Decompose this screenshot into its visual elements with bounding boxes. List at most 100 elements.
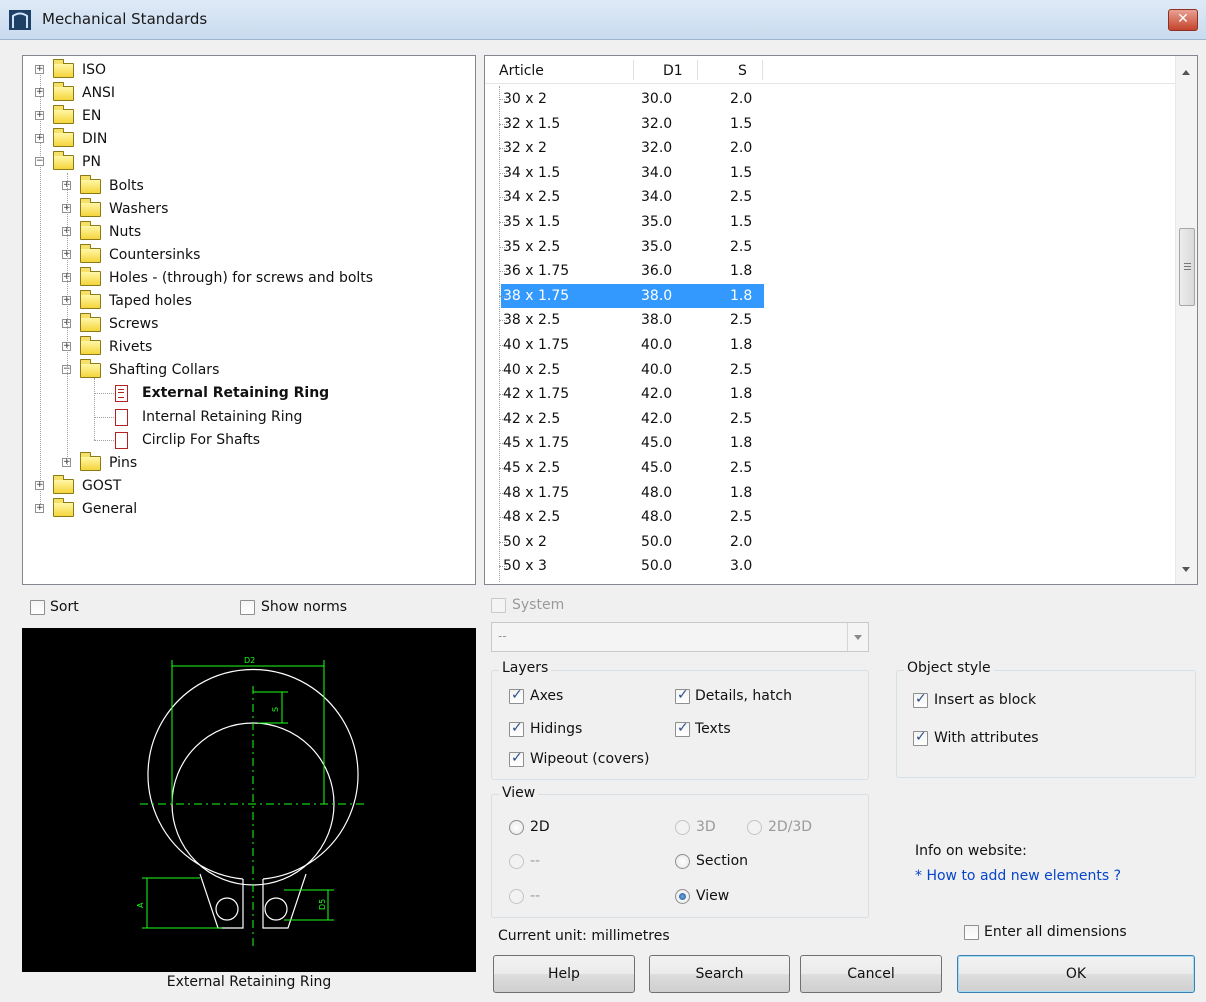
hidings-label: Hidings [530, 721, 583, 737]
view-section-radio[interactable] [675, 854, 690, 869]
table-row[interactable]: 45 x 2.5 45.0 2.5 [485, 456, 1175, 481]
cell-d1: 36.0 [641, 263, 673, 280]
hidings-checkbox[interactable] [509, 720, 524, 737]
cell-article: 32 x 1.5 [503, 115, 561, 132]
scroll-up-arrow-icon[interactable] [1182, 70, 1190, 75]
expander-icon[interactable]: + [35, 134, 44, 144]
lug-hole-right [264, 897, 288, 921]
table-row[interactable]: 32 x 1.5 32.0 1.5 [485, 112, 1175, 137]
close-button[interactable]: ✕ [1168, 9, 1198, 31]
with-attributes-checkbox[interactable] [913, 729, 928, 746]
tree-item-label: DIN [82, 131, 108, 148]
table-row[interactable]: 48 x 2.5 48.0 2.5 [485, 505, 1175, 530]
expander-icon[interactable]: + [35, 65, 44, 74]
view-option-dash-2-radio[interactable] [509, 889, 524, 904]
tree-item-label: Circlip For Shafts [142, 431, 261, 448]
how-to-add-elements-link[interactable]: * How to add new elements ? [915, 868, 1121, 884]
insert-as-block-checkbox[interactable] [913, 691, 928, 708]
cell-article: 34 x 1.5 [503, 164, 561, 181]
show-norms-label: Show norms [261, 599, 348, 615]
article-table[interactable]: Article D1 S 30 x 2 30.0 2.0 32 x 1.5 32.0 1.… [484, 55, 1198, 585]
wipeout-checkbox[interactable] [509, 750, 524, 767]
dim-label-d2: D2 [244, 656, 255, 665]
table-scrollbar[interactable] [1175, 56, 1197, 584]
texts-checkbox[interactable] [675, 720, 690, 737]
view-2d3d-radio[interactable] [747, 820, 762, 835]
tree-item-label: Internal Retaining Ring [142, 408, 303, 425]
axes-checkbox[interactable] [509, 687, 524, 704]
folder-icon [53, 151, 74, 171]
tree-item-label: General [82, 500, 138, 517]
enter-all-dimensions-label: Enter all dimensions [984, 924, 1127, 940]
table-row[interactable]: 40 x 1.75 40.0 1.8 [485, 333, 1175, 358]
cell-s: 2.5 [730, 238, 753, 255]
view-2d3d-label: 2D/3D [768, 819, 813, 835]
sort-checkbox[interactable] [30, 600, 45, 615]
view-3d-radio[interactable] [675, 820, 690, 835]
view-group-title: View [499, 785, 539, 801]
table-row[interactable]: 40 x 2.5 40.0 2.5 [485, 358, 1175, 383]
chevron-down-icon[interactable] [847, 623, 868, 651]
cell-s: 1.8 [730, 263, 753, 280]
cell-s: 2.5 [730, 460, 753, 476]
cancel-button[interactable]: Cancel [800, 955, 942, 993]
tree-guide-line [67, 172, 68, 465]
table-header: Article D1 S [485, 56, 1175, 84]
with-attributes-label: With attributes [934, 730, 1039, 746]
cell-article: 48 x 2.5 [503, 509, 561, 526]
table-row[interactable]: 35 x 2.5 35.0 2.5 [485, 235, 1175, 260]
table-row[interactable]: 38 x 2.5 38.0 2.5 [485, 308, 1175, 333]
system-checkbox[interactable] [491, 598, 506, 613]
cell-article: 32 x 2 [503, 140, 547, 157]
column-header-s[interactable]: S [738, 63, 747, 79]
table-row[interactable]: 45 x 1.75 45.0 1.8 [485, 431, 1175, 456]
enter-all-dimensions-checkbox[interactable] [964, 925, 979, 940]
tree-item-label: PN [82, 154, 101, 171]
scroll-down-arrow-icon[interactable] [1182, 567, 1190, 572]
view-2d-radio[interactable] [509, 820, 524, 835]
wipeout-label: Wipeout (covers) [530, 751, 650, 767]
cell-s: 3.0 [730, 558, 753, 575]
cell-article: 35 x 1.5 [503, 214, 561, 230]
view-view-radio[interactable] [675, 889, 690, 904]
expander-icon[interactable]: + [35, 503, 44, 513]
details-hatch-checkbox[interactable] [675, 687, 690, 704]
expander-icon[interactable]: + [35, 88, 44, 98]
tree-item-label: Bolts [109, 177, 144, 194]
table-row[interactable]: 42 x 2.5 42.0 2.5 [485, 407, 1175, 432]
expander-icon[interactable]: + [35, 480, 44, 490]
tree-item-label: Rivets [109, 339, 153, 356]
folder-icon [53, 82, 74, 102]
standards-tree[interactable]: + ISO + ANSI + EN + DIN − PN + Bolts + Washers + Nuts + C… [22, 55, 476, 585]
table-row[interactable]: 34 x 1.5 34.0 1.5 [485, 161, 1175, 186]
table-row[interactable]: 50 x 2 50.0 2.0 [485, 530, 1175, 555]
preview-drawing: D2 S A D5 [22, 628, 476, 972]
expander-icon[interactable]: + [35, 111, 44, 121]
table-row[interactable]: 34 x 2.5 34.0 2.5 [485, 185, 1175, 210]
folder-icon [80, 174, 101, 194]
cell-s: 2.0 [730, 91, 753, 107]
table-row[interactable]: 48 x 1.75 48.0 1.8 [485, 481, 1175, 506]
cell-s: 1.8 [730, 484, 753, 501]
cell-d1: 42.0 [641, 410, 673, 427]
table-row[interactable]: 36 x 1.75 36.0 1.8 [485, 259, 1175, 284]
system-combobox[interactable]: -- [491, 622, 869, 652]
ok-button[interactable]: OK [957, 955, 1195, 993]
table-row[interactable]: 38 x 1.75 38.0 1.8 [485, 283, 1175, 309]
column-header-d1[interactable]: D1 [663, 63, 683, 79]
view-option-dash-1-radio[interactable] [509, 854, 524, 869]
expander-icon[interactable]: − [35, 157, 44, 167]
help-button[interactable]: Help [493, 955, 635, 993]
scroll-thumb[interactable] [1179, 228, 1195, 306]
column-header-article[interactable]: Article [499, 63, 544, 79]
table-row[interactable]: 35 x 1.5 35.0 1.5 [485, 210, 1175, 235]
cell-d1: 38.0 [641, 312, 673, 329]
preview-caption: External Retaining Ring [166, 974, 332, 990]
table-row[interactable]: 32 x 2 32.0 2.0 [485, 136, 1175, 161]
table-row[interactable]: 42 x 1.75 42.0 1.8 [485, 382, 1175, 407]
show-norms-checkbox[interactable] [240, 600, 255, 615]
mechanical-standards-dialog: Mechanical Standards ✕ + ISO + ANSI + EN + DIN −… [0, 0, 1206, 1002]
search-button[interactable]: Search [649, 955, 790, 993]
table-row[interactable]: 30 x 2 30.0 2.0 [485, 87, 1175, 112]
table-row[interactable]: 50 x 3 50.0 3.0 [485, 554, 1175, 579]
